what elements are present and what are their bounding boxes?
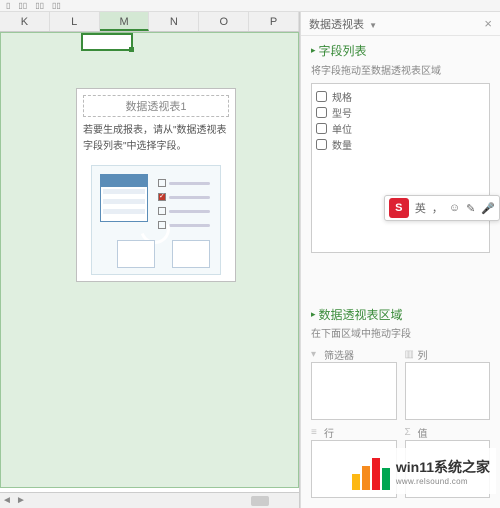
pivot-placeholder: 数据透视表1 若要生成报表，请从"数据透视表字段列表"中选择字段。: [76, 88, 236, 282]
zone-column[interactable]: ▥列: [405, 346, 491, 420]
zone-filter-drop[interactable]: [311, 362, 397, 420]
field-label: 单位: [332, 121, 352, 136]
column-header[interactable]: L: [50, 12, 100, 31]
main-area: KLMNOP 数据透视表1 若要生成报表，请从"数据透视表字段列表"中选择字段。: [0, 12, 500, 508]
active-cell[interactable]: [81, 33, 133, 51]
column-header[interactable]: M: [100, 12, 150, 31]
ime-floating-bar[interactable]: S 英 ， ☺ ✎ 🎤: [384, 195, 500, 221]
column-header[interactable]: P: [249, 12, 299, 31]
column-header[interactable]: K: [0, 12, 50, 31]
column-header[interactable]: O: [199, 12, 249, 31]
zone-section-title: 数据透视表区域: [301, 302, 500, 323]
sogou-logo-icon[interactable]: S: [389, 198, 409, 218]
column-header[interactable]: N: [149, 12, 199, 31]
pivot-placeholder-title: 数据透视表1: [83, 95, 229, 117]
ime-handwrite-icon[interactable]: ✎: [466, 202, 475, 215]
field-checkbox[interactable]: [316, 91, 327, 102]
column-headers: KLMNOP: [0, 12, 299, 32]
scroll-left-icon[interactable]: ◄: [0, 495, 14, 506]
field-checkbox[interactable]: [316, 139, 327, 150]
scroll-thumb[interactable]: [251, 496, 269, 506]
field-item[interactable]: 型号: [316, 104, 485, 120]
field-label: 规格: [332, 89, 352, 104]
horizontal-scrollbar[interactable]: ◄ ►: [0, 492, 299, 508]
field-label: 型号: [332, 105, 352, 120]
ime-punct-icon[interactable]: ，: [432, 200, 443, 216]
zone-filter[interactable]: ▾筛选器: [311, 346, 397, 420]
zone-value-label: 值: [418, 425, 428, 440]
field-list-subtitle: 将字段拖动至数据透视表区域: [311, 62, 490, 77]
close-icon[interactable]: ×: [484, 16, 492, 31]
field-label: 数量: [332, 137, 352, 152]
value-icon: Σ: [405, 427, 415, 437]
spreadsheet-area[interactable]: KLMNOP 数据透视表1 若要生成报表，请从"数据透视表字段列表"中选择字段。: [0, 12, 300, 508]
zone-column-label: 列: [418, 347, 428, 362]
pivot-canvas[interactable]: 数据透视表1 若要生成报表，请从"数据透视表字段列表"中选择字段。: [0, 32, 299, 488]
zone-row-label: 行: [324, 425, 334, 440]
ime-emoji-icon[interactable]: ☺: [449, 202, 460, 214]
zone-column-drop[interactable]: [405, 362, 491, 420]
field-list[interactable]: 规格型号单位数量: [311, 83, 490, 253]
ime-voice-icon[interactable]: 🎤: [481, 202, 495, 215]
panel-title: 数据透视表: [309, 19, 364, 31]
panel-dropdown-icon[interactable]: ▼: [369, 21, 377, 30]
row-icon: ≡: [311, 427, 321, 437]
zone-section-subtitle: 在下面区域中拖动字段: [311, 325, 490, 340]
watermark-url: www.relsound.com: [396, 477, 490, 486]
field-checkbox[interactable]: [316, 123, 327, 134]
scroll-right-icon[interactable]: ►: [14, 495, 28, 506]
panel-header: 数据透视表 ▼ ×: [301, 12, 500, 36]
filter-icon: ▾: [311, 349, 321, 359]
field-item[interactable]: 数量: [316, 136, 485, 152]
watermark-title: win11系统之家: [396, 457, 490, 477]
pivot-diagram-illustration: [91, 165, 221, 275]
field-list-section: 字段列表 将字段拖动至数据透视表区域 规格型号单位数量: [301, 36, 500, 259]
pivot-placeholder-message: 若要生成报表，请从"数据透视表字段列表"中选择字段。: [83, 123, 229, 155]
fill-handle[interactable]: [129, 47, 134, 52]
field-item[interactable]: 单位: [316, 120, 485, 136]
column-icon: ▥: [405, 349, 415, 359]
field-list-title: 字段列表: [311, 42, 490, 59]
zone-filter-label: 筛选器: [324, 347, 354, 362]
field-checkbox[interactable]: [316, 107, 327, 118]
ime-mode[interactable]: 英: [415, 200, 426, 216]
watermark: win11系统之家 www.relsound.com: [346, 448, 496, 494]
pivot-field-panel: 数据透视表 ▼ × 字段列表 将字段拖动至数据透视表区域 规格型号单位数量 数据…: [300, 12, 500, 508]
watermark-logo-icon: [352, 452, 390, 490]
field-item[interactable]: 规格: [316, 88, 485, 104]
ribbon-fragment: ▯▯▯▯▯▯▯: [0, 0, 500, 12]
